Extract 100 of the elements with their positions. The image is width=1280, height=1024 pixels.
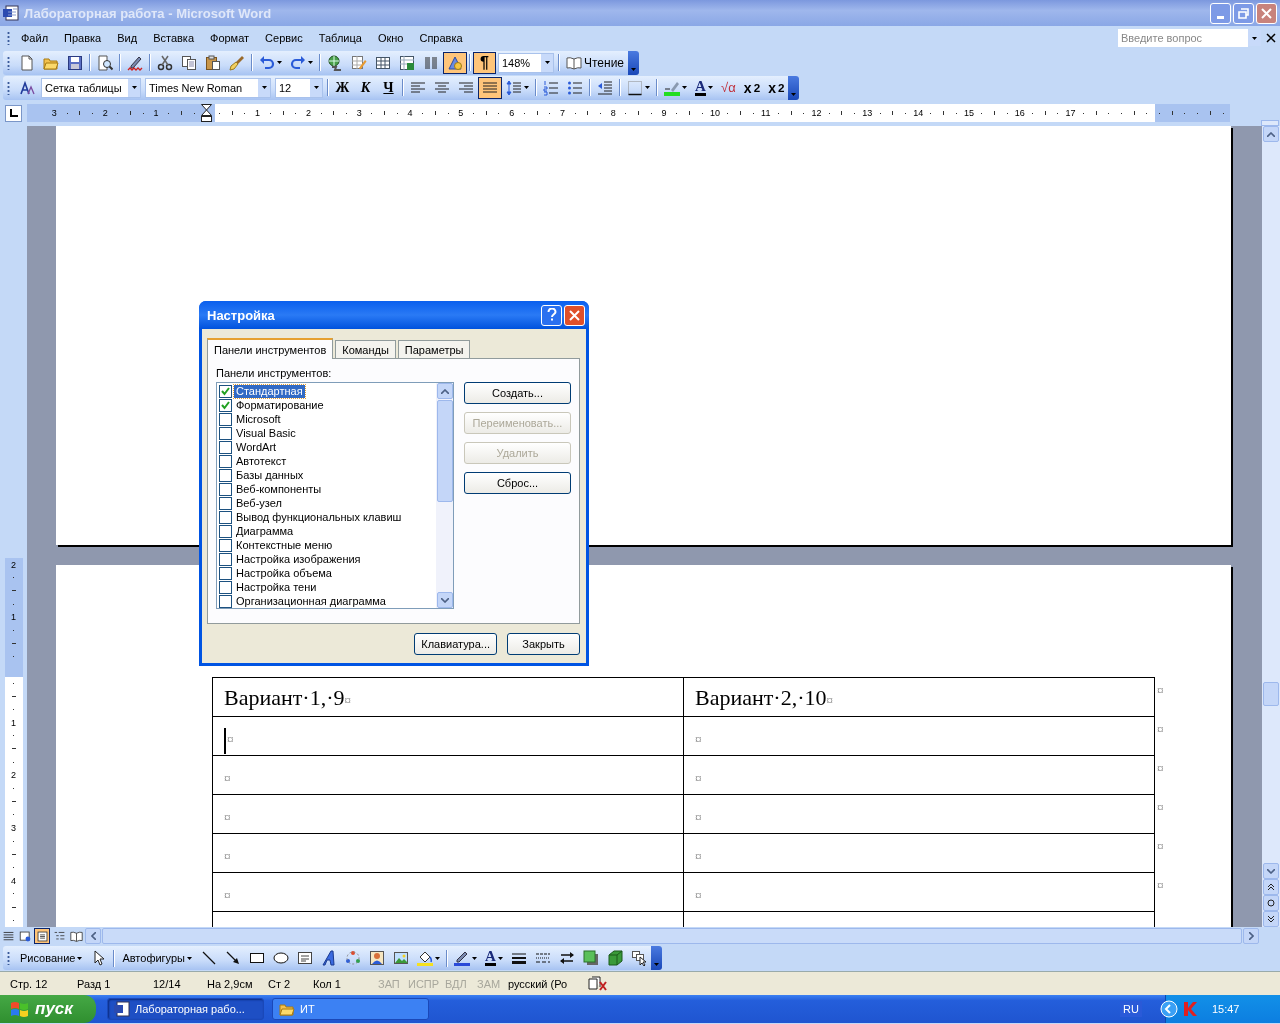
drawing-menu-button[interactable]: Рисование bbox=[15, 947, 88, 969]
equation-button[interactable]: √α bbox=[716, 76, 740, 99]
menu-item[interactable]: Вид bbox=[111, 30, 144, 46]
checkbox[interactable] bbox=[219, 454, 232, 468]
dialog-button[interactable]: Клавиатура... bbox=[414, 633, 497, 655]
scroll-thumb[interactable] bbox=[436, 400, 453, 502]
menu-item[interactable]: Формат bbox=[204, 30, 256, 46]
language-indicator[interactable]: RU bbox=[1120, 1001, 1142, 1017]
indent-marker-icon[interactable] bbox=[201, 104, 213, 122]
style-dropdown[interactable]: Сетка таблицы bbox=[41, 77, 141, 98]
list-item[interactable]: Автотекст bbox=[234, 454, 289, 468]
dialog-button[interactable]: Создать... bbox=[464, 382, 571, 404]
help-button[interactable] bbox=[541, 304, 562, 326]
web-view-button[interactable] bbox=[17, 928, 33, 944]
dialog-button[interactable]: Закрыть bbox=[507, 633, 580, 655]
grip-handle[interactable] bbox=[7, 80, 10, 95]
select-browse-object-button[interactable] bbox=[1263, 895, 1279, 911]
scroll-thumb[interactable] bbox=[102, 928, 1242, 944]
checkbox[interactable] bbox=[219, 412, 232, 426]
justify-button[interactable] bbox=[478, 76, 502, 99]
menu-item[interactable]: Окно bbox=[371, 30, 410, 46]
checkbox[interactable] bbox=[219, 482, 232, 496]
start-button[interactable]: пуск bbox=[0, 995, 96, 1023]
list-item[interactable]: Веб-узел bbox=[234, 496, 284, 510]
taskbar-button[interactable]: ИТ bbox=[272, 998, 429, 1020]
checkbox[interactable] bbox=[219, 510, 232, 524]
checkbox[interactable] bbox=[219, 468, 232, 482]
list-item[interactable]: Веб-компоненты bbox=[234, 482, 324, 496]
scroll-down-button[interactable] bbox=[436, 592, 453, 608]
restore-button[interactable] bbox=[1233, 2, 1254, 24]
taskbar-button[interactable]: Лабораторная рабо... bbox=[107, 998, 264, 1020]
toolbar-options-button[interactable] bbox=[628, 50, 640, 75]
question-field[interactable]: Введите вопрос bbox=[1118, 29, 1248, 47]
checkbox[interactable] bbox=[219, 398, 232, 412]
list-item[interactable]: Контекстные меню bbox=[234, 538, 335, 552]
checkbox[interactable] bbox=[219, 552, 232, 566]
pilcrow-button[interactable]: ¶ bbox=[473, 51, 496, 74]
italic-button[interactable]: К bbox=[354, 76, 377, 99]
next-page-button[interactable] bbox=[1263, 911, 1279, 927]
checkbox[interactable] bbox=[219, 496, 232, 510]
menu-item[interactable]: Справка bbox=[413, 30, 469, 46]
underline-button[interactable]: Ч bbox=[377, 76, 400, 99]
checkbox[interactable] bbox=[219, 580, 232, 594]
checkbox[interactable] bbox=[219, 426, 232, 440]
reading-button[interactable]: Чтение bbox=[562, 51, 629, 74]
shapes-button[interactable] bbox=[443, 51, 467, 74]
list-item[interactable]: Организационная диаграмма bbox=[234, 594, 388, 608]
horizontal-ruler[interactable]: 3 2 1 1 2 3 4 5 6 7 8 9 10 11 12 13 14 15 16 17 bbox=[27, 104, 1230, 122]
font-size-dropdown[interactable]: 12 bbox=[275, 77, 323, 98]
menu-item[interactable]: Вставка bbox=[147, 30, 200, 46]
chevron-left-icon[interactable] bbox=[1159, 1000, 1178, 1018]
checkbox[interactable] bbox=[219, 566, 232, 580]
scroll-thumb[interactable] bbox=[1263, 682, 1279, 706]
menu-item[interactable]: Файл bbox=[15, 30, 55, 46]
grip-handle[interactable] bbox=[7, 55, 10, 70]
close-button[interactable] bbox=[1256, 2, 1277, 24]
dialog-button[interactable]: Сброс... bbox=[464, 472, 571, 494]
vertical-ruler[interactable]: 2 1 1 2 3 4 bbox=[4, 558, 23, 927]
checkbox[interactable] bbox=[219, 440, 232, 454]
list-item[interactable]: Настройка изображения bbox=[234, 552, 363, 566]
close-document-button[interactable] bbox=[1266, 33, 1276, 43]
book-check-icon[interactable] bbox=[588, 975, 608, 992]
tab-stop-button[interactable] bbox=[5, 104, 22, 122]
checkbox[interactable] bbox=[219, 594, 232, 608]
checkbox[interactable] bbox=[219, 524, 232, 538]
close-button[interactable] bbox=[564, 304, 585, 326]
list-item[interactable]: Базы данных bbox=[234, 468, 306, 482]
grip-handle[interactable] bbox=[7, 31, 10, 45]
list-item[interactable]: Стандартная bbox=[234, 384, 305, 398]
scroll-left-button[interactable] bbox=[85, 928, 101, 944]
toolbar-options-button[interactable] bbox=[650, 946, 662, 970]
tab[interactable]: Команды bbox=[335, 340, 396, 358]
list-item[interactable]: Visual Basic bbox=[234, 426, 298, 440]
grip-handle[interactable] bbox=[7, 951, 10, 965]
font-dropdown[interactable]: Times New Roman bbox=[145, 77, 271, 98]
scroll-right-button[interactable] bbox=[1243, 928, 1259, 944]
list-item[interactable]: Вывод функциональных клавиш bbox=[234, 510, 404, 524]
tab[interactable]: Параметры bbox=[397, 340, 471, 358]
scroll-up-button[interactable] bbox=[1263, 126, 1279, 142]
bold-button[interactable]: Ж bbox=[331, 76, 354, 99]
menu-item[interactable]: Правка bbox=[58, 30, 108, 46]
menu-item[interactable]: Таблица bbox=[312, 30, 368, 46]
list-item[interactable]: Диаграмма bbox=[234, 524, 296, 538]
checkbox[interactable] bbox=[219, 538, 232, 552]
font-color-button[interactable]: A bbox=[691, 76, 717, 99]
list-item[interactable]: Microsoft bbox=[234, 412, 283, 426]
toolbar-options-button[interactable] bbox=[788, 75, 800, 100]
menu-item[interactable]: Сервис bbox=[259, 30, 309, 46]
list-item[interactable]: WordArt bbox=[234, 440, 279, 454]
scroll-up-button[interactable] bbox=[436, 383, 453, 399]
page-view-button[interactable] bbox=[34, 928, 50, 944]
dropdown-button[interactable] bbox=[1248, 30, 1261, 46]
scroll-down-button[interactable] bbox=[1263, 863, 1279, 879]
tab[interactable]: Панели инструментов bbox=[207, 338, 334, 359]
list-item[interactable]: Настройка тени bbox=[234, 580, 319, 594]
previous-page-button[interactable] bbox=[1263, 879, 1279, 895]
list-item[interactable]: Настройка объема bbox=[234, 566, 334, 580]
minimize-button[interactable] bbox=[1210, 2, 1231, 24]
zoom-dropdown[interactable]: 148% bbox=[498, 52, 554, 73]
font-color-button[interactable]: A bbox=[481, 947, 507, 969]
